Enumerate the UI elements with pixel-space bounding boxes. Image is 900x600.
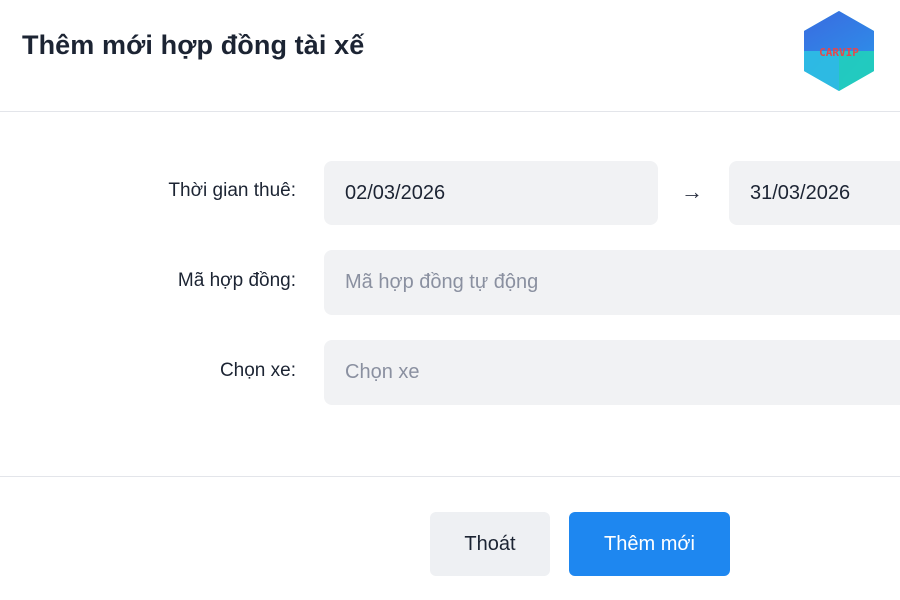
contract-code-input[interactable]: Mã hợp đồng tự động	[324, 250, 900, 315]
cancel-button[interactable]: Thoát	[430, 512, 550, 576]
vehicle-label: Chọn xe:	[219, 360, 296, 381]
dialog-footer: Thoát Thêm mới	[0, 476, 900, 600]
end-date-input[interactable]: 31/03/2026	[729, 161, 900, 225]
add-new-button[interactable]: Thêm mới	[569, 512, 730, 576]
start-date-value: 02/03/2026	[345, 181, 446, 204]
rental-period-label: Thời gian thuê:	[168, 180, 296, 201]
dialog-header: Thêm mới hợp đồng tài xế CARVIP	[0, 0, 900, 112]
start-date-input[interactable]: 02/03/2026	[324, 161, 658, 225]
vehicle-select[interactable]: Chọn xe	[324, 340, 900, 405]
dialog-body: Thời gian thuê: 02/03/2026 → 31/03/2026 …	[0, 112, 900, 476]
date-range-arrow-icon: →	[681, 179, 703, 204]
logo-text: CARVIP	[819, 46, 859, 59]
vehicle-select-placeholder: Chọn xe	[345, 361, 420, 383]
contract-code-label: Mã hợp đồng:	[177, 270, 296, 291]
contract-code-placeholder: Mã hợp đồng tự động	[345, 271, 539, 293]
add-driver-contract-dialog: Thêm mới hợp đồng tài xế CARVIP Thời gia…	[0, 0, 900, 600]
carvip-logo-icon: CARVIP	[804, 11, 874, 91]
end-date-value: 31/03/2026	[750, 181, 851, 204]
dialog-title: Thêm mới hợp đồng tài xế	[22, 30, 365, 60]
